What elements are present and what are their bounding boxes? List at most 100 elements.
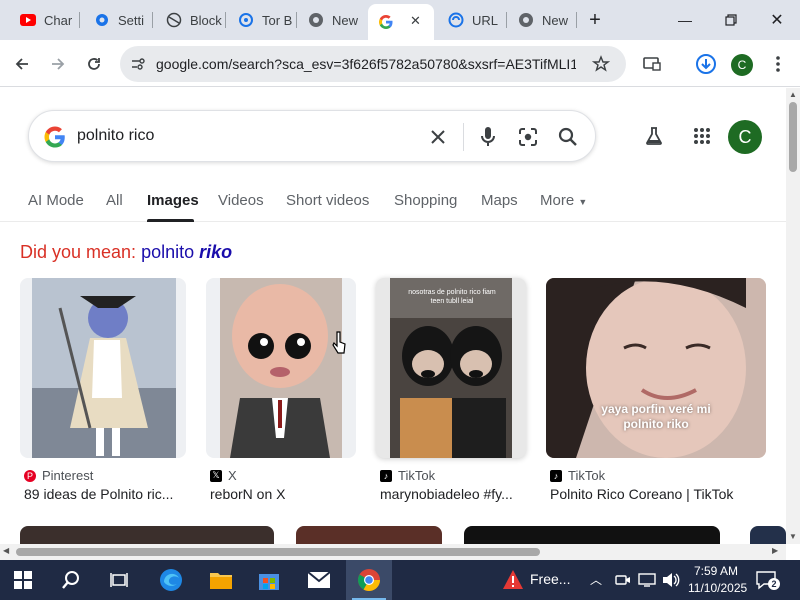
new-tab-button[interactable]: + bbox=[580, 8, 610, 32]
arrow-left-icon bbox=[15, 58, 28, 70]
tab-tor[interactable]: Tor B bbox=[228, 6, 294, 34]
meet-now-icon[interactable] bbox=[615, 573, 631, 587]
tab-ai-mode[interactable]: AI Mode bbox=[28, 192, 84, 209]
task-view-icon bbox=[110, 573, 128, 587]
close-icon: ✕ bbox=[770, 12, 784, 29]
reload-button[interactable] bbox=[80, 50, 108, 78]
labs-button[interactable] bbox=[640, 122, 668, 150]
result-source: ♪ TikTok bbox=[380, 468, 435, 483]
tab-all[interactable]: All bbox=[106, 192, 123, 209]
tab-label: New bbox=[332, 12, 359, 28]
address-bar[interactable]: google.com/search?sca_esv=3f626f5782a507… bbox=[120, 46, 626, 82]
site-settings-icon[interactable] bbox=[130, 56, 146, 72]
tab-videos[interactable]: Videos bbox=[218, 192, 264, 209]
result-source: ♪ TikTok bbox=[550, 468, 605, 483]
result-thumbnail[interactable]: nosotras de polnito rico fiam teen tubll… bbox=[376, 278, 526, 458]
back-button[interactable] bbox=[8, 50, 36, 78]
vertical-scroll-thumb[interactable] bbox=[789, 102, 797, 172]
source-label: TikTok bbox=[398, 468, 436, 483]
tab-maps[interactable]: Maps bbox=[481, 192, 518, 209]
scroll-up-icon[interactable]: ▲ bbox=[789, 90, 797, 99]
search-button[interactable] bbox=[555, 124, 581, 150]
tab-new-2[interactable]: New bbox=[508, 6, 574, 34]
taskbar-store[interactable] bbox=[246, 560, 292, 600]
apps-button[interactable] bbox=[688, 122, 716, 150]
tab-block[interactable]: Block bbox=[156, 6, 222, 34]
image-result-row2-1[interactable] bbox=[20, 526, 274, 544]
scroll-right-icon[interactable]: ▶ bbox=[772, 546, 778, 555]
search-input[interactable]: polnito rico bbox=[77, 127, 154, 145]
pinterest-icon: P bbox=[24, 469, 36, 482]
taskbar-chrome[interactable] bbox=[346, 560, 392, 600]
minimize-button[interactable]: — bbox=[670, 8, 700, 32]
tab-label: Tor B bbox=[262, 12, 293, 28]
star-icon[interactable] bbox=[592, 55, 610, 73]
taskbar-file-explorer[interactable] bbox=[198, 560, 244, 600]
close-window-button[interactable]: ✕ bbox=[762, 8, 792, 32]
vertical-scrollbar[interactable]: ▲ ▼ bbox=[786, 88, 800, 544]
tab-url[interactable]: URL bbox=[438, 6, 504, 34]
taskbar-edge[interactable] bbox=[148, 560, 194, 600]
tab-youtube[interactable]: Char bbox=[10, 6, 74, 34]
volume-icon[interactable] bbox=[662, 572, 680, 588]
voice-search-button[interactable] bbox=[475, 124, 501, 150]
suggestion-plain: polnito bbox=[141, 242, 195, 262]
start-button[interactable] bbox=[0, 560, 46, 600]
taskbar-app-label[interactable]: Free... bbox=[530, 571, 570, 587]
did-you-mean-link[interactable]: polnito riko bbox=[141, 242, 232, 262]
settings-icon bbox=[94, 12, 110, 28]
google-account-avatar[interactable]: C bbox=[728, 120, 762, 154]
result-source: 𝕏 X bbox=[210, 468, 237, 483]
forward-button[interactable] bbox=[44, 50, 72, 78]
tab-new-1[interactable]: New bbox=[298, 6, 364, 34]
restore-button[interactable] bbox=[716, 8, 746, 32]
task-view-button[interactable] bbox=[96, 560, 142, 600]
scroll-left-icon[interactable]: ◀ bbox=[3, 546, 9, 555]
image-result-row2-4[interactable] bbox=[750, 526, 786, 544]
tab-settings[interactable]: Setti bbox=[84, 6, 148, 34]
lens-search-button[interactable] bbox=[515, 124, 541, 150]
download-icon bbox=[696, 54, 716, 74]
result-thumbnail[interactable] bbox=[206, 278, 356, 458]
tab-images[interactable]: Images bbox=[147, 192, 199, 209]
profile-avatar[interactable]: C bbox=[731, 54, 753, 76]
tab-more[interactable]: More ▼ bbox=[540, 192, 587, 209]
result-title[interactable]: reborN on X bbox=[210, 486, 360, 502]
image-result-row2-3[interactable] bbox=[464, 526, 720, 544]
result-thumbnail[interactable]: yaya porfin veré mi polnito riko bbox=[546, 278, 766, 458]
search-icon bbox=[62, 571, 79, 589]
url-text: google.com/search?sca_esv=3f626f5782a507… bbox=[156, 56, 576, 72]
tiktok-icon: ♪ bbox=[380, 469, 392, 482]
horizontal-scroll-thumb[interactable] bbox=[16, 548, 540, 556]
scroll-down-icon[interactable]: ▼ bbox=[789, 532, 797, 541]
app-alert-icon bbox=[503, 570, 523, 589]
minimize-icon: — bbox=[678, 12, 692, 28]
plus-icon: + bbox=[589, 8, 601, 31]
result-thumbnail[interactable] bbox=[20, 278, 186, 458]
clear-search-button[interactable] bbox=[425, 124, 451, 150]
close-tab-icon[interactable]: ✕ bbox=[410, 13, 421, 29]
caret-down-icon: ▼ bbox=[578, 197, 588, 207]
menu-button[interactable] bbox=[764, 50, 792, 78]
system-clock[interactable]: 7:59 AM 11/10/2025 bbox=[688, 563, 747, 597]
tor-icon bbox=[238, 12, 254, 28]
image-result-row2-2[interactable] bbox=[296, 526, 442, 544]
downloads-button[interactable] bbox=[692, 50, 720, 78]
taskbar-search-button[interactable] bbox=[48, 560, 94, 600]
result-title[interactable]: Polnito Rico Coreano | TikTok bbox=[550, 486, 766, 502]
tab-short-videos[interactable]: Short videos bbox=[286, 192, 369, 209]
cast-button[interactable] bbox=[638, 50, 666, 78]
notification-center-button[interactable]: 2 bbox=[756, 570, 780, 590]
more-vert-icon bbox=[776, 56, 780, 72]
result-title[interactable]: marynobiadeleo #fy... bbox=[380, 486, 530, 502]
network-icon[interactable] bbox=[638, 573, 656, 587]
tray-expand-icon[interactable]: ︿ bbox=[590, 571, 602, 588]
tab-shopping[interactable]: Shopping bbox=[394, 192, 457, 209]
search-box[interactable]: polnito rico bbox=[28, 110, 596, 162]
did-you-mean: Did you mean: polnito riko bbox=[20, 242, 232, 263]
tab-google-active[interactable]: ✕ bbox=[368, 4, 434, 40]
horizontal-scrollbar[interactable]: ◀ ▶ bbox=[0, 544, 786, 560]
taskbar-mail[interactable] bbox=[296, 560, 342, 600]
source-label: TikTok bbox=[568, 468, 606, 483]
result-title[interactable]: 89 ideas de Polnito ric... bbox=[24, 486, 184, 502]
